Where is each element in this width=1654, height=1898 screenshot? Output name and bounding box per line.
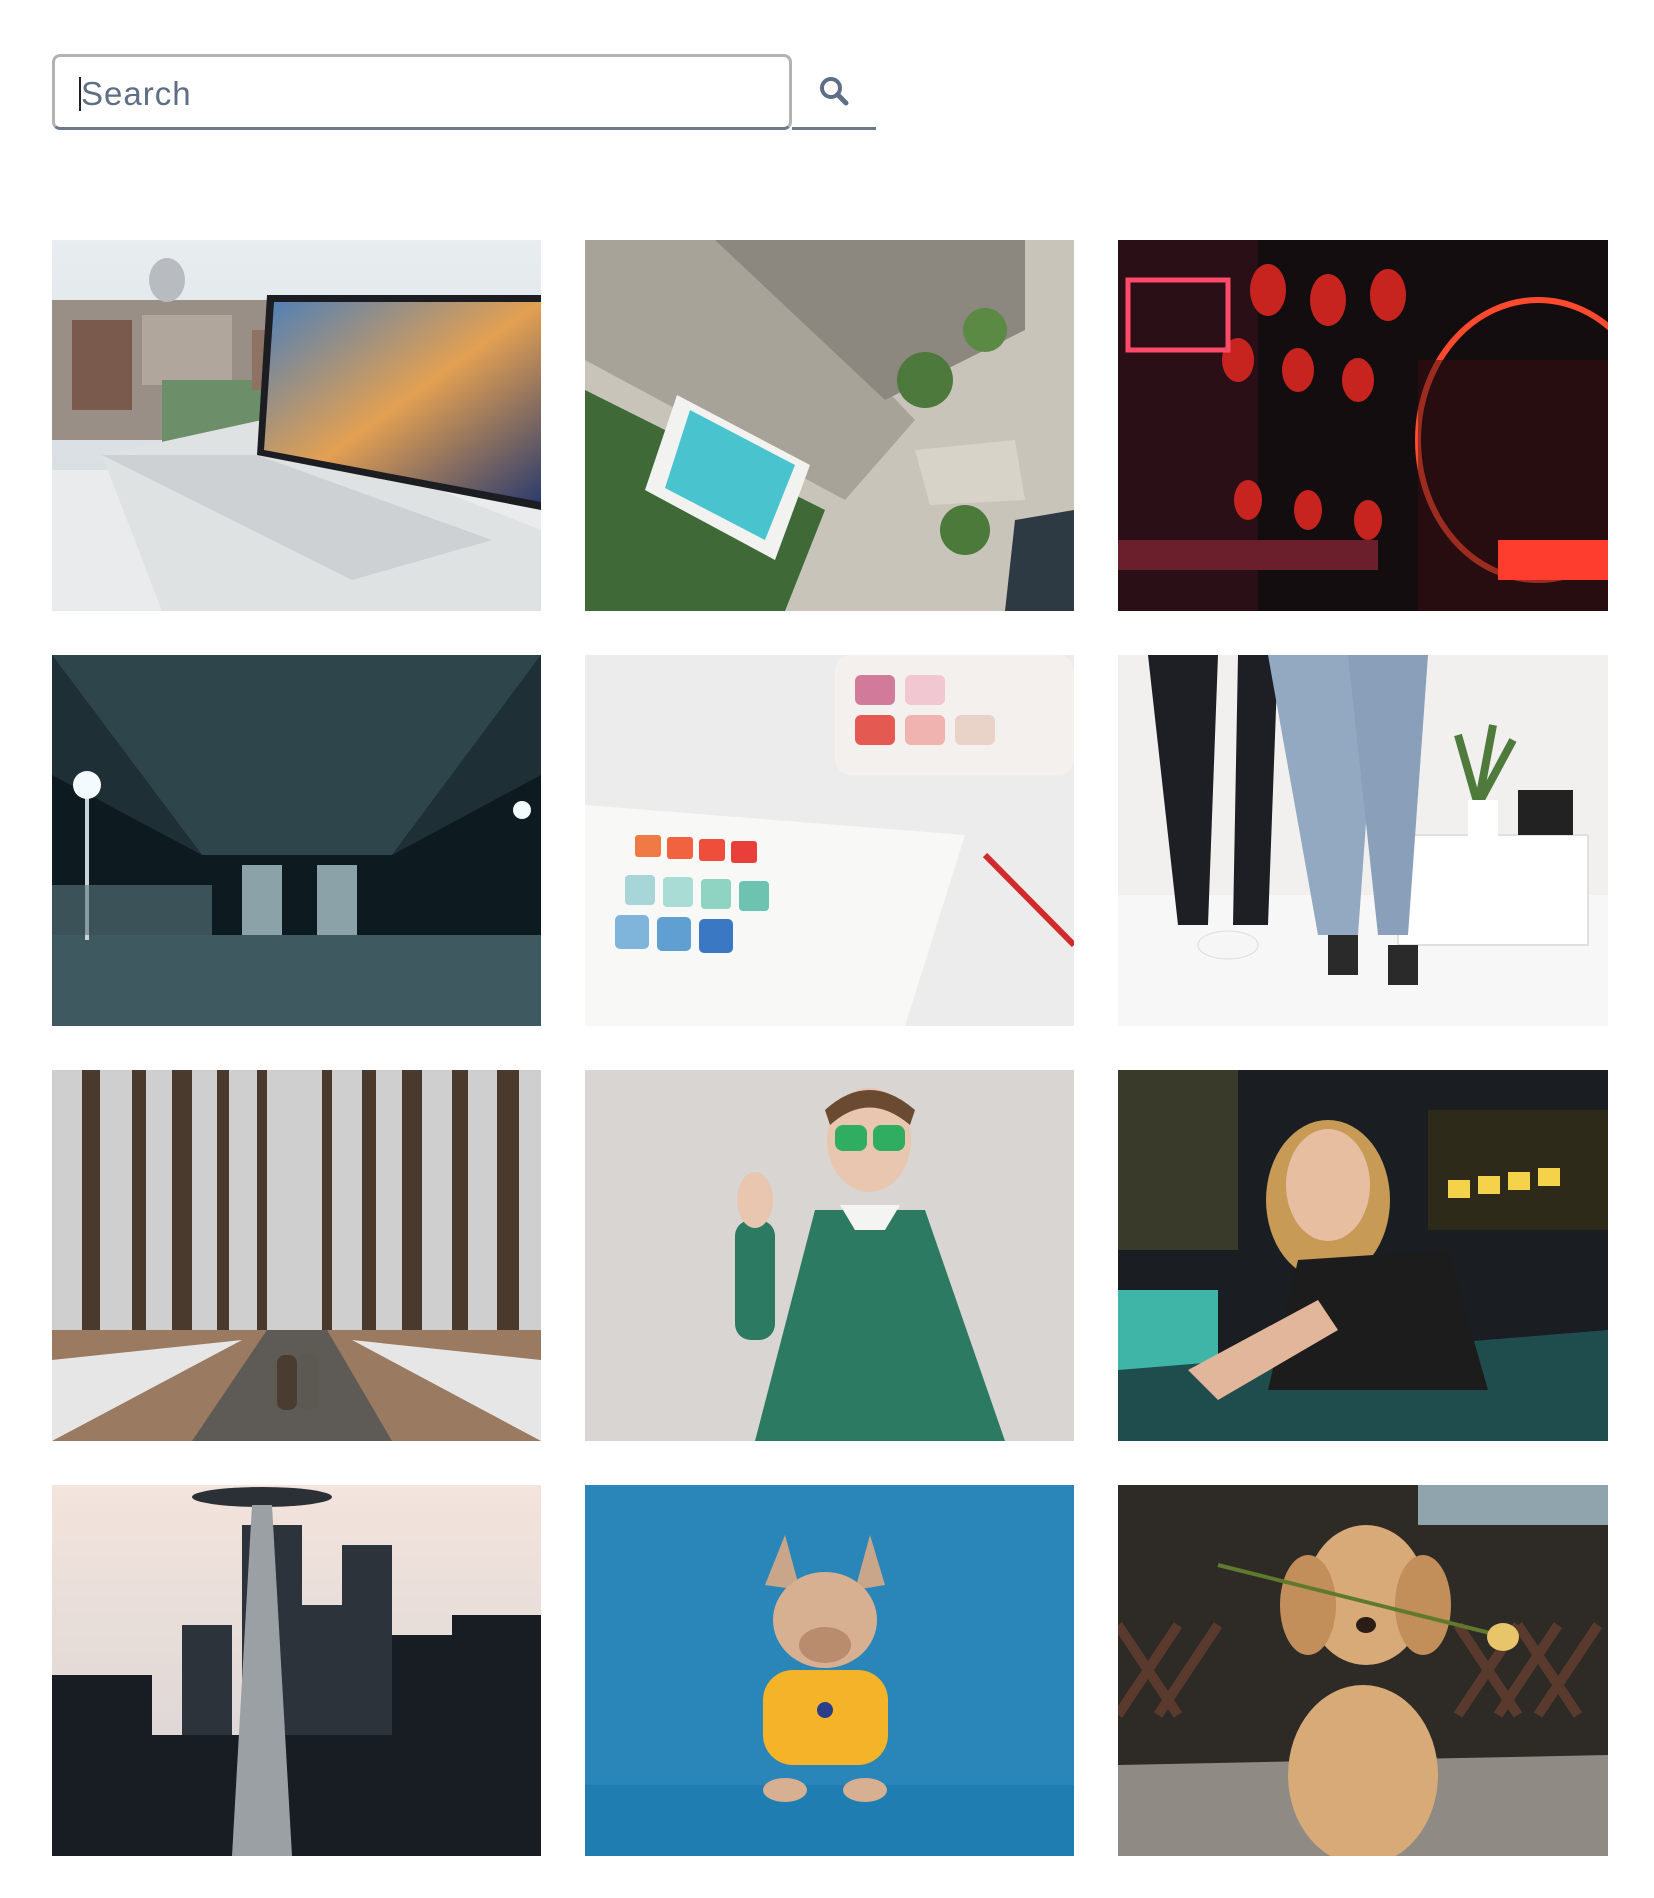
photo-golden-retriever-rose[interactable] xyxy=(1118,1485,1608,1856)
search-button[interactable] xyxy=(792,54,876,130)
arcade-image xyxy=(1118,1070,1608,1441)
photo-bulldog-yellow[interactable] xyxy=(585,1485,1074,1856)
photo-bed-jumping[interactable] xyxy=(1118,655,1608,1026)
photo-aerial-pool[interactable] xyxy=(585,240,1074,611)
laptop-image xyxy=(52,240,541,611)
skyline-image xyxy=(52,1485,541,1856)
photo-man-green-sweater[interactable] xyxy=(585,1070,1074,1441)
photo-winter-forest-couple[interactable] xyxy=(52,1070,541,1441)
underpass-image xyxy=(52,655,541,1026)
photo-watercolor-palette[interactable] xyxy=(585,655,1074,1026)
bedroom-image xyxy=(1118,655,1608,1026)
search-input[interactable] xyxy=(79,67,773,121)
neon-image xyxy=(1118,240,1608,611)
photo-neon-lanterns[interactable] xyxy=(1118,240,1608,611)
image-gallery xyxy=(52,240,1608,1856)
text-caret xyxy=(79,77,81,111)
search-icon xyxy=(820,76,849,105)
bulldog-image xyxy=(585,1485,1074,1856)
photo-laptop-city[interactable] xyxy=(52,240,541,611)
photo-space-needle[interactable] xyxy=(52,1485,541,1856)
photo-highway-underpass[interactable] xyxy=(52,655,541,1026)
watercolor-image xyxy=(585,655,1074,1026)
sweater-image xyxy=(585,1070,1074,1441)
forest-image xyxy=(52,1070,541,1441)
search-field-wrapper[interactable] xyxy=(52,54,792,130)
search-bar xyxy=(52,54,876,134)
retriever-image xyxy=(1118,1485,1608,1856)
photo-arcade-woman[interactable] xyxy=(1118,1070,1608,1441)
aerial-pool-image xyxy=(585,240,1074,611)
